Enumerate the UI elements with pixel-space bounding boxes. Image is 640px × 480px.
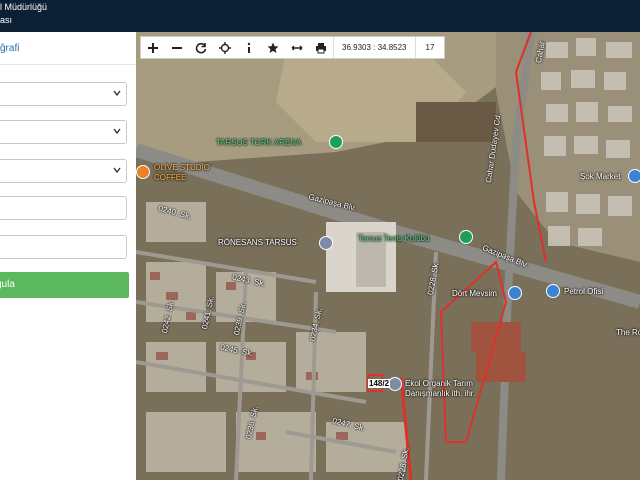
cafe-marker-icon[interactable] [136, 165, 150, 179]
poi-label-arena: TARSUS TORK ARENA [216, 138, 302, 147]
chevron-down-icon [113, 90, 121, 97]
parcel-label: 148/2 [368, 379, 391, 388]
chevron-down-icon [113, 167, 121, 174]
poi-label-ekol-1: Ekol Organik Tarım [405, 379, 473, 388]
coordinate-readout: 36.9303 : 34.8523 [333, 37, 415, 58]
poi-label-the-ro: The Ro [616, 328, 640, 337]
map-toolbar: 36.9303 : 34.8523 17 [140, 36, 446, 59]
info-icon[interactable] [237, 37, 261, 58]
poi-label-ronesans: RÖNESANS TARSUS [218, 238, 297, 247]
zoom-level: 17 [414, 37, 445, 58]
poi-label-olive-1: OLİVE STUDİO [154, 163, 211, 172]
panel-tab-label: ğrafi [0, 43, 20, 54]
poi-label-ekol-2: Danışmanlık ith. ihr. [405, 389, 476, 398]
cart-marker-icon[interactable] [628, 169, 640, 183]
measure-icon[interactable] [285, 37, 309, 58]
refresh-icon[interactable] [189, 37, 213, 58]
poi-label-olive-2: COFFEE [154, 173, 187, 182]
chevron-down-icon [113, 128, 121, 135]
poi-label-dort-mevsim: Dört Mevsim [452, 289, 497, 298]
province-select[interactable] [0, 82, 127, 106]
block-input[interactable] [0, 196, 127, 220]
app-title-line1: l Müdürlüğü [0, 2, 48, 12]
satellite-imagery [136, 32, 640, 480]
district-select[interactable] [0, 120, 127, 144]
office-marker-icon[interactable] [388, 377, 402, 391]
app-header: l Müdürlüğü ası [0, 0, 640, 32]
poi-label-petrol: Petrol Ofisi [564, 287, 604, 296]
poi-label-sok: Şok Market [580, 172, 621, 181]
neighborhood-select[interactable] [0, 159, 127, 183]
place-marker-icon[interactable] [319, 236, 333, 250]
panel-tab[interactable]: ğrafi [0, 32, 136, 65]
sports-marker-icon[interactable] [459, 230, 473, 244]
crosshair-icon[interactable] [213, 37, 237, 58]
query-button-label: gula [0, 279, 15, 290]
parcel-input[interactable] [0, 235, 127, 259]
shop-marker-icon[interactable] [508, 286, 522, 300]
query-panel: ğrafi gula [0, 32, 137, 480]
fuel-marker-icon[interactable] [546, 284, 560, 298]
star-icon[interactable] [261, 37, 285, 58]
zoom-in-icon[interactable] [141, 37, 165, 58]
map-view[interactable]: 36.9303 : 34.8523 17 TARSUS TORK ARENA O… [136, 32, 640, 480]
zoom-out-icon[interactable] [165, 37, 189, 58]
app-title-line2: ası [0, 15, 13, 25]
poi-label-tenis: Tarsus Tenis Kulübü [358, 234, 430, 243]
park-marker-icon[interactable] [329, 135, 343, 149]
query-button[interactable]: gula [0, 272, 129, 298]
print-icon[interactable] [309, 37, 333, 58]
